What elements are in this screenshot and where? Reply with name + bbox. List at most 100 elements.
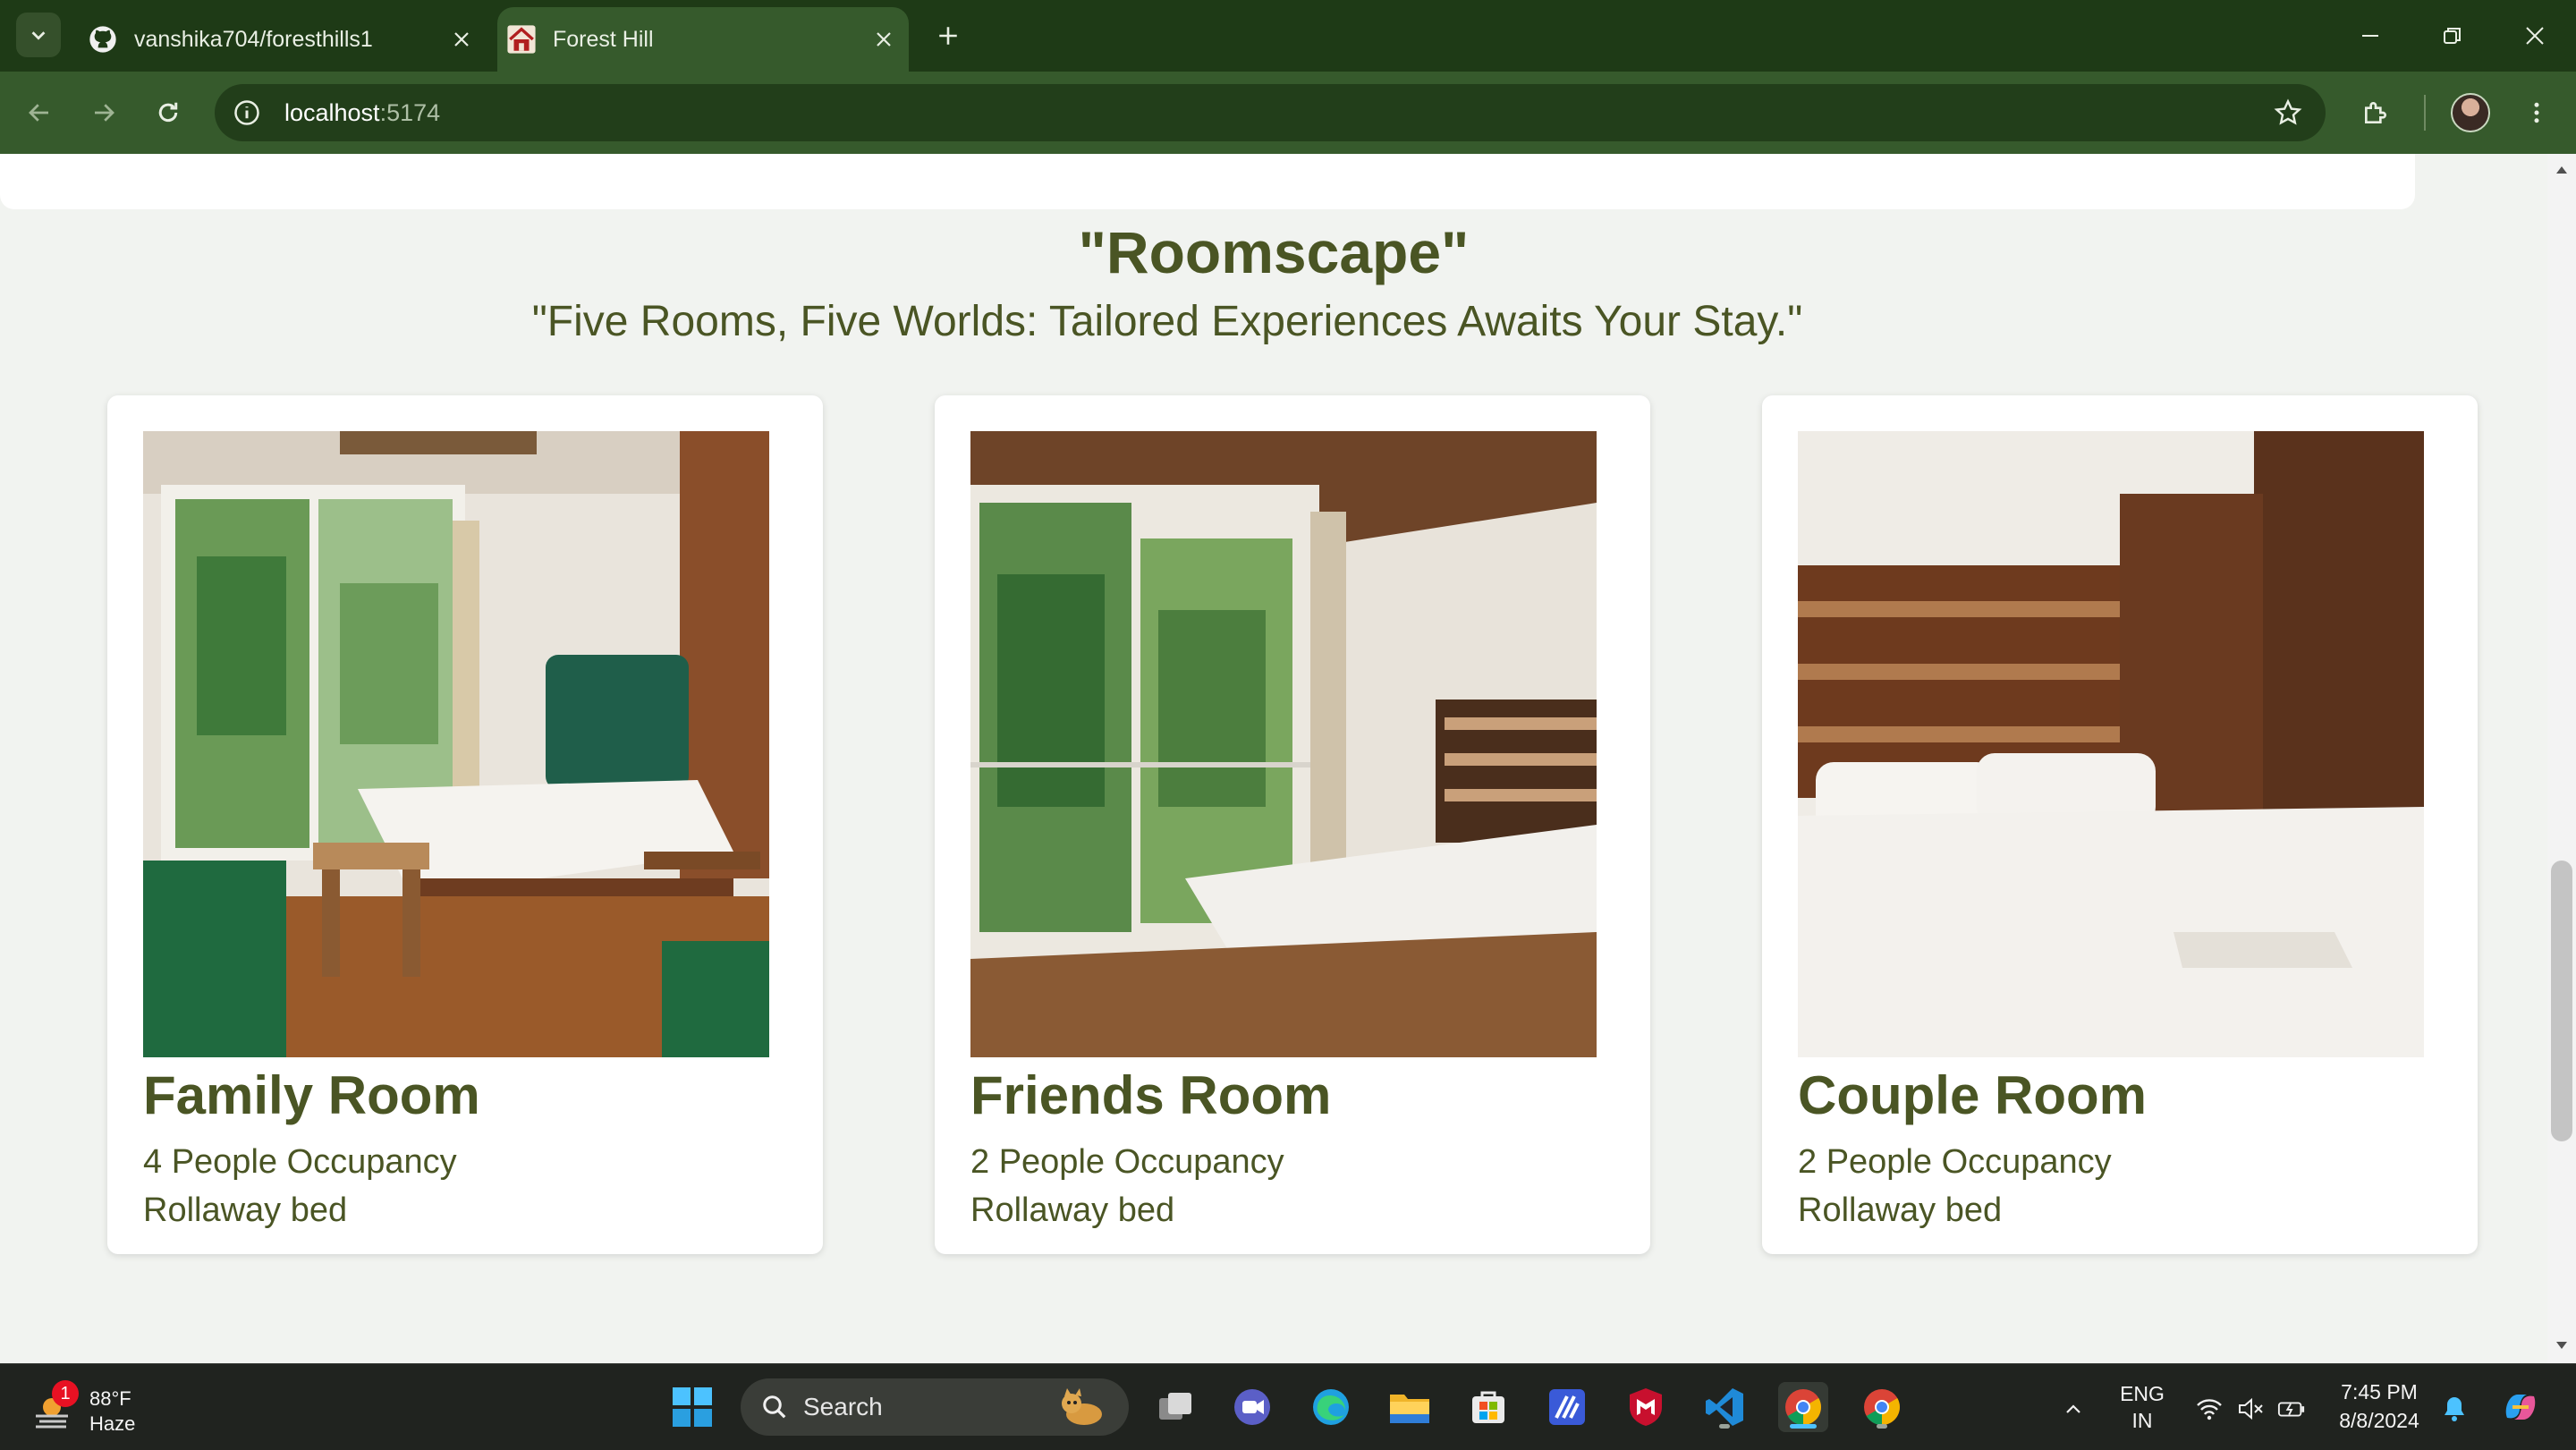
arrow-left-icon	[29, 104, 48, 122]
wifi-icon[interactable]	[2195, 1395, 2224, 1423]
scroll-up-icon[interactable]	[2549, 157, 2574, 182]
search-icon	[758, 1391, 791, 1423]
bookmark-star-icon[interactable]	[2272, 97, 2304, 129]
room-photo	[143, 431, 769, 1057]
section-subheading: "Five Rooms, Five Worlds: Tailored Exper…	[531, 298, 1803, 345]
house-icon	[506, 24, 537, 55]
url-port: :5174	[379, 98, 441, 126]
room-bed-type: Rollaway bed	[1798, 1191, 2003, 1229]
url-host: localhost	[284, 98, 380, 126]
chrome-button-active[interactable]	[1778, 1382, 1828, 1432]
url-text: localhost:5174	[284, 99, 440, 127]
restore-button[interactable]	[2426, 13, 2479, 59]
clock-time[interactable]: 7:45 PM	[2326, 1380, 2433, 1404]
extensions-button[interactable]	[2354, 91, 2397, 134]
room-card-family[interactable]: Family Room 4 People Occupancy Rollaway …	[107, 395, 823, 1254]
tab-title: Forest Hill	[553, 26, 654, 52]
meet-button[interactable]	[1227, 1382, 1277, 1432]
notifications-bell-icon[interactable]	[2440, 1395, 2469, 1423]
weather-widget[interactable]: 1 88°F Haze	[27, 1377, 152, 1437]
room-occupancy: 4 People Occupancy	[143, 1143, 457, 1181]
scroll-thumb[interactable]	[2551, 861, 2572, 1141]
running-indicator	[1877, 1424, 1887, 1429]
copilot-icon	[2505, 1395, 2536, 1420]
close-tab-icon[interactable]	[866, 21, 902, 57]
edge-icon	[1313, 1389, 1349, 1425]
language-line2[interactable]: IN	[2111, 1409, 2174, 1433]
room-title: Family Room	[143, 1065, 480, 1125]
room-card-friends[interactable]: Friends Room 2 People Occupancy Rollaway…	[935, 395, 1650, 1254]
browser-tab-strip: vanshika704/foresthills1 Forest Hill	[0, 0, 2576, 72]
close-window-button[interactable]	[2508, 13, 2562, 59]
copilot-button[interactable]	[2496, 1382, 2546, 1432]
vscode-icon	[1706, 1388, 1743, 1426]
start-button[interactable]	[667, 1382, 717, 1432]
more-vert-icon	[2534, 102, 2539, 123]
taskbar-search[interactable]: Search	[741, 1378, 1129, 1436]
chevron-down-icon	[31, 31, 46, 40]
search-placeholder: Search	[803, 1393, 883, 1420]
task-view-button[interactable]	[1150, 1382, 1200, 1432]
task-view-icon	[1159, 1393, 1191, 1420]
room-photo	[970, 431, 1597, 1057]
back-button[interactable]	[18, 91, 61, 134]
forward-button[interactable]	[82, 91, 125, 134]
file-explorer-button[interactable]	[1385, 1382, 1435, 1432]
chevron-up-icon	[2066, 1404, 2080, 1413]
room-photo	[1798, 431, 2424, 1057]
battery-icon[interactable]	[2277, 1395, 2306, 1423]
notification-badge: 1	[52, 1380, 79, 1407]
new-tab-button[interactable]	[930, 18, 966, 54]
menu-button[interactable]	[2515, 91, 2558, 134]
windows-start-icon	[673, 1387, 712, 1427]
minimize-icon	[2362, 35, 2378, 37]
room-title: Couple Room	[1798, 1065, 2147, 1125]
site-info-icon[interactable]	[231, 97, 263, 129]
vscode-insiders-button[interactable]	[1542, 1382, 1592, 1432]
mcafee-button[interactable]	[1621, 1382, 1671, 1432]
edge-button[interactable]	[1306, 1382, 1356, 1432]
store-icon	[1472, 1391, 1504, 1423]
arrow-right-icon	[95, 104, 114, 122]
show-hidden-icons-button[interactable]	[2059, 1395, 2088, 1423]
section-heading: "Roomscape"	[1078, 219, 1470, 285]
tab-search-button[interactable]	[16, 13, 61, 57]
tab-forest-hill[interactable]: Forest Hill	[497, 7, 909, 72]
tab-title: vanshika704/foresthills1	[134, 26, 373, 52]
room-occupancy: 2 People Occupancy	[1798, 1143, 2112, 1181]
vscode-insiders-icon	[1549, 1389, 1585, 1425]
page-scrollbar[interactable]	[2547, 154, 2576, 1363]
chrome-icon	[1864, 1389, 1900, 1425]
search-highlight-cat-icon	[1062, 1388, 1102, 1425]
room-bed-type: Rollaway bed	[143, 1191, 348, 1229]
room-occupancy: 2 People Occupancy	[970, 1143, 1284, 1181]
chrome-button[interactable]	[1857, 1382, 1907, 1432]
chrome-icon	[1785, 1389, 1821, 1425]
restore-icon	[2444, 28, 2461, 44]
reload-icon	[158, 102, 178, 123]
clock-date[interactable]: 8/8/2024	[2326, 1409, 2433, 1433]
room-title: Friends Room	[970, 1065, 1332, 1125]
microsoft-store-button[interactable]	[1463, 1382, 1513, 1432]
github-icon	[88, 24, 118, 55]
mcafee-icon	[1630, 1388, 1662, 1426]
volume-muted-icon[interactable]	[2236, 1395, 2265, 1423]
language-line1[interactable]: ENG	[2111, 1382, 2174, 1406]
vscode-button[interactable]	[1699, 1382, 1750, 1432]
running-indicator-active	[1790, 1424, 1817, 1429]
reload-button[interactable]	[147, 91, 190, 134]
address-bar[interactable]: localhost:5174	[215, 84, 2326, 141]
room-card-couple[interactable]: Couple Room 2 People Occupancy Rollaway …	[1762, 395, 2478, 1254]
profile-button[interactable]	[2449, 91, 2492, 134]
running-indicator	[1719, 1424, 1730, 1429]
weather-temperature: 88°F	[89, 1387, 131, 1410]
browser-toolbar: localhost:5174	[0, 72, 2576, 154]
scroll-down-icon[interactable]	[2549, 1333, 2574, 1358]
page-content: "Roomscape" "Five Rooms, Five Worlds: Ta…	[0, 154, 2547, 1363]
tab-github[interactable]: vanshika704/foresthills1	[79, 7, 487, 72]
puzzle-icon	[2365, 102, 2386, 123]
close-tab-icon[interactable]	[444, 21, 479, 57]
windows-taskbar: 1 88°F Haze Search ENG IN 7:45 PM 8/8/20…	[0, 1363, 2576, 1450]
minimize-button[interactable]	[2343, 13, 2397, 59]
meet-icon	[1234, 1389, 1270, 1425]
